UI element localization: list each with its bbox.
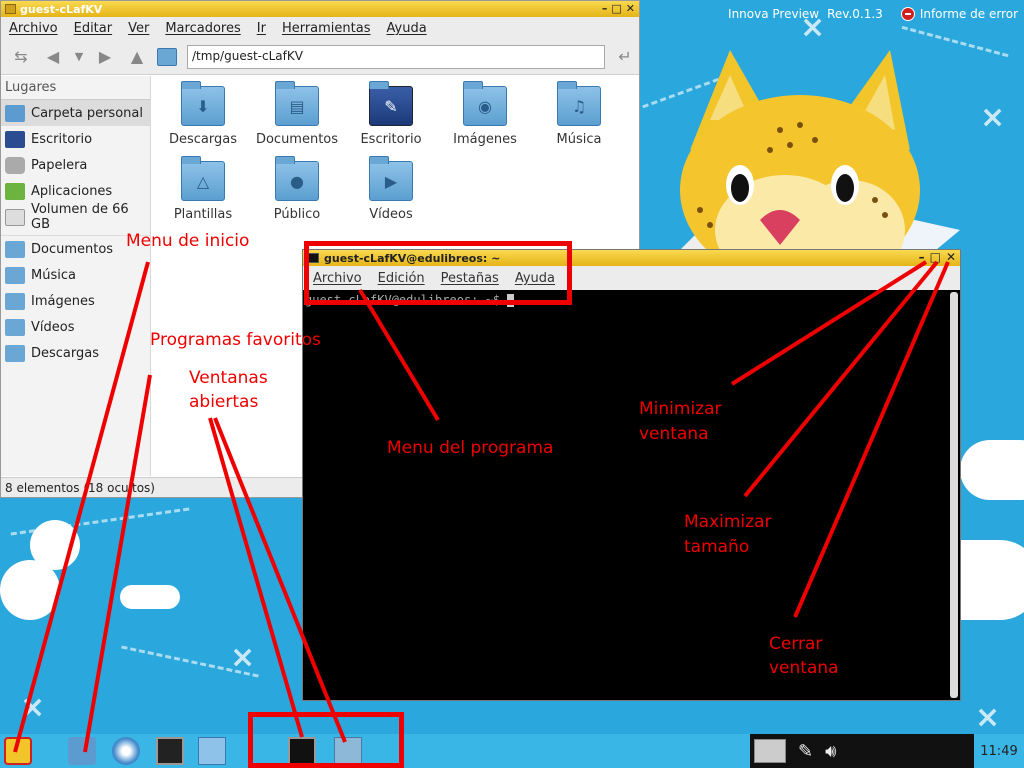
annotation-maximize-1: Maximizar xyxy=(684,512,772,532)
annotation-arrows xyxy=(13,260,950,753)
annotation-close-2: ventana xyxy=(769,658,839,678)
annotation-favorites: Programas favoritos xyxy=(150,330,321,350)
annotation-open-windows-1: Ventanas xyxy=(189,368,268,388)
annotation-minimize-1: Minimizar xyxy=(639,399,722,419)
annotation-minimize-2: ventana xyxy=(639,424,709,444)
annotation-program-menu: Menu del programa xyxy=(387,438,554,458)
annotation-start-menu: Menu de inicio xyxy=(126,231,250,251)
annotation-maximize-2: tamaño xyxy=(684,537,750,557)
annotation-open-windows-2: abiertas xyxy=(189,392,259,412)
annotation-close-1: Cerrar xyxy=(769,634,823,654)
